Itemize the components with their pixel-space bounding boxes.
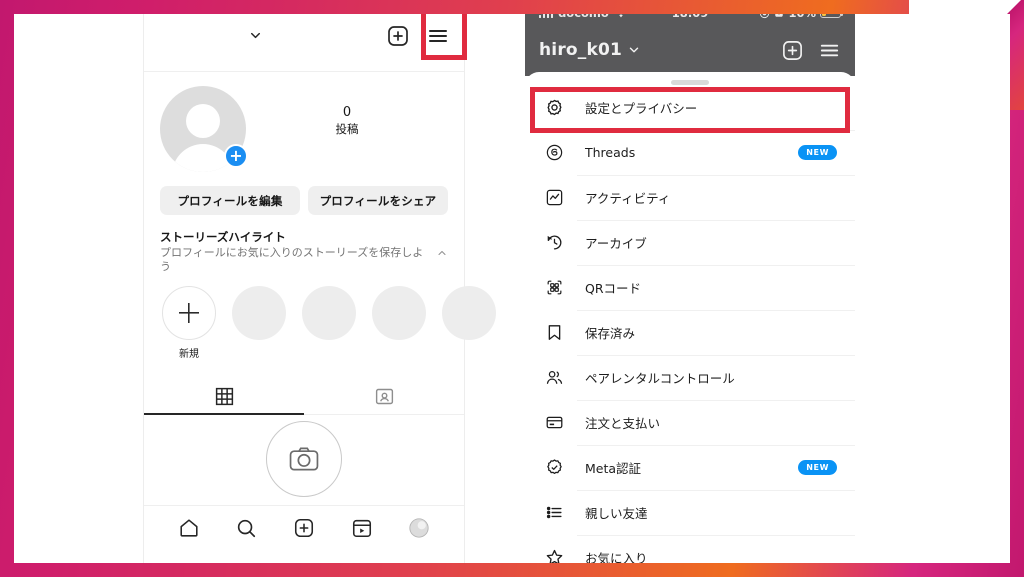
menu-item-activity[interactable]: アクティビティ [525,174,855,220]
hamburger-menu-icon[interactable] [818,39,841,62]
plus-square-icon[interactable] [386,24,410,48]
stat-posts-label: 投稿 [335,122,359,136]
star-icon [543,546,565,563]
story-highlights-section: ストーリーズハイライト プロフィールにお気に入りのストーリーズを保存しよう [144,215,464,274]
menu-bottom-sheet: 設定とプライバシー Threads NEW アクティビティ アーカイブ QRコー… [525,72,855,563]
menu-item-orders-payments[interactable]: 注文と支払い [525,399,855,445]
story-highlights-subtitle: プロフィールにお気に入りのストーリーズを保存しよう [160,246,424,273]
menu-item-label: アーカイブ [585,235,647,251]
archive-clock-icon [543,231,565,253]
menu-item-label: Meta認証 [585,460,642,476]
new-badge: NEW [798,144,837,160]
settings-gear-icon [543,96,565,118]
tab-grid[interactable] [144,378,304,414]
highlight-box-hamburger-menu [421,14,467,60]
profile-tabs [144,378,464,415]
people-icon [543,366,565,388]
highlight-new-label: 新規 [179,349,199,360]
status-bar: docomo 18:09 10% [525,14,855,24]
chevron-down-icon[interactable] [248,28,263,43]
menu-item-parental-controls[interactable]: ペアレンタルコントロール [525,354,855,400]
profile-summary: + 0 投稿 [144,72,464,172]
activity-chart-icon [543,186,565,208]
create-plus-icon[interactable] [293,517,315,539]
home-icon[interactable] [178,517,200,539]
profile-stats: 0 投稿 [246,86,448,137]
menu-header-actions [781,39,841,62]
username-label[interactable]: hiro_k01 [539,40,622,60]
chevron-down-icon[interactable] [627,43,641,57]
stat-posts-value: 0 [342,105,352,120]
plus-icon [162,286,216,340]
left-phone-profile-screen: + 0 投稿 プロフィールを編集 プロフィールをシェア ストーリーズハイライト … [143,14,496,563]
chevron-up-icon[interactable] [436,247,448,259]
signal-bars-icon [539,14,554,18]
bookmark-icon [543,321,565,343]
screenshot-canvas: + 0 投稿 プロフィールを編集 プロフィールをシェア ストーリーズハイライト … [14,14,1010,563]
menu-item-saved[interactable]: 保存済み [525,309,855,355]
story-highlights-title: ストーリーズハイライト [160,230,286,244]
avatar[interactable]: + [160,86,248,172]
highlight-placeholder[interactable] [302,286,356,360]
menu-item-label: QRコード [585,280,642,296]
verified-badge-icon [543,456,565,478]
menu-item-meta-verified[interactable]: Meta認証 NEW [525,444,855,490]
highlight-new-button[interactable]: 新規 [162,286,216,360]
carrier-label: docomo [558,14,609,20]
qr-code-icon [543,276,565,298]
menu-item-archive[interactable]: アーカイブ [525,219,855,265]
tab-tagged[interactable] [304,378,464,414]
menu-item-label: 注文と支払い [585,415,661,431]
wifi-icon [614,14,628,19]
right-phone-menu-screen: docomo 18:09 10% hiro_k01 [525,14,855,563]
share-profile-button[interactable]: プロフィールをシェア [308,186,448,215]
menu-item-label: 親しい友達 [585,505,648,521]
threads-icon [543,141,565,163]
bottom-navigation-bar [144,505,464,549]
menu-item-settings-privacy[interactable]: 設定とプライバシー [525,85,855,130]
battery-icon [820,14,844,19]
stat-posts[interactable]: 0 投稿 [336,104,359,137]
menu-item-favorites[interactable]: お気に入り [525,534,855,564]
screen-record-icon [774,14,784,18]
menu-item-label: アクティビティ [585,190,671,206]
edit-profile-button[interactable]: プロフィールを編集 [160,186,300,215]
highlight-placeholder[interactable] [442,286,496,360]
search-icon[interactable] [235,517,257,539]
menu-item-label: ペアレンタルコントロール [585,370,735,386]
story-highlights-list: 新規 [144,274,496,360]
new-badge: NEW [798,459,837,475]
menu-item-label: 設定とプライバシー [585,100,698,116]
highlight-placeholder[interactable] [372,286,426,360]
menu-item-label: お気に入り [585,550,648,564]
location-icon [759,14,770,19]
tab-active-underline [144,413,304,415]
menu-item-threads[interactable]: Threads NEW [525,129,855,175]
list-icon [543,501,565,523]
profile-avatar-icon[interactable] [408,517,430,539]
tagged-person-icon [374,386,395,407]
avatar-add-badge[interactable]: + [224,144,248,168]
profile-action-buttons: プロフィールを編集 プロフィールをシェア [144,172,464,215]
menu-screen-header: hiro_k01 [525,24,855,76]
battery-percent-label: 10% [788,14,816,20]
camera-icon[interactable] [266,421,342,497]
menu-item-close-friends[interactable]: 親しい友達 [525,489,855,535]
credit-card-icon [543,411,565,433]
reels-icon[interactable] [351,517,373,539]
menu-item-qr-code[interactable]: QRコード [525,264,855,310]
menu-item-label: Threads [585,144,636,160]
profile-topbar [144,14,464,72]
menu-item-label: 保存済み [585,325,636,341]
highlight-placeholder[interactable] [232,286,286,360]
grid-icon [214,386,235,407]
status-time: 18:09 [672,14,709,20]
plus-square-icon[interactable] [781,39,804,62]
